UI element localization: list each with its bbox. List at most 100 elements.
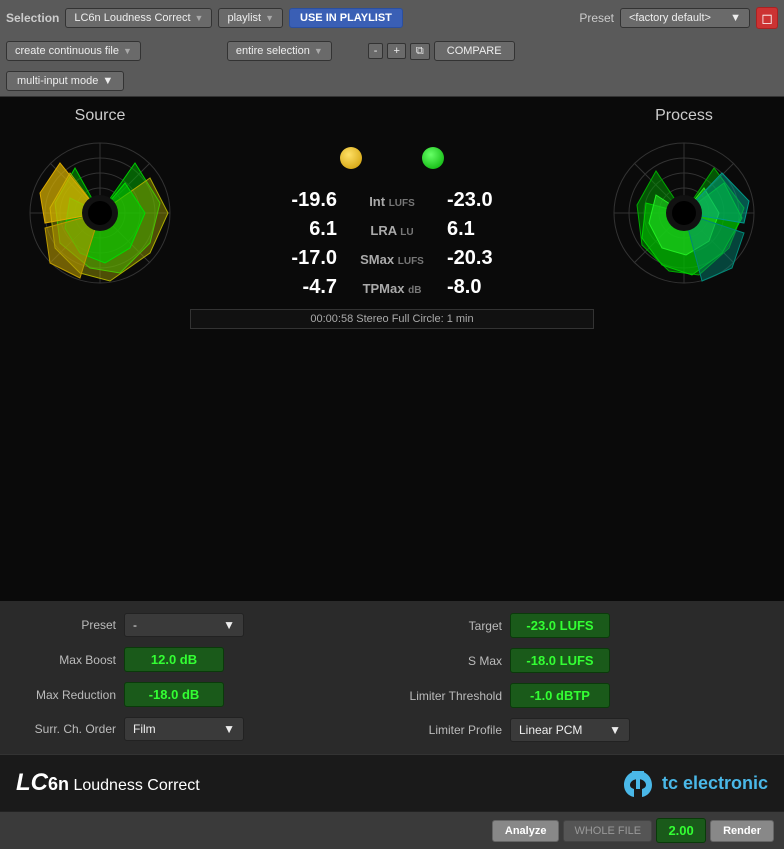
controls-right: Target -23.0 LUFS S Max -18.0 LUFS Limit… [402,613,768,742]
process-indicator [422,147,444,169]
plugin-dropdown-arrow: ▼ [195,13,204,23]
preset-control-arrow: ▼ [223,618,235,632]
tpmax-label: TPMax dB [341,281,443,296]
tpmax-row: -4.7 TPMax dB -8.0 [282,276,502,299]
smax-control-row: S Max -18.0 LUFS [402,648,768,673]
bar1: Selection LC6n Loudness Correct ▼ playli… [0,0,784,36]
brand-footer: LC6n Loudness Correct tc electronic [0,754,784,811]
analyze-button[interactable]: Analyze [492,820,560,842]
max-reduction-label: Max Reduction [16,688,116,702]
copy-button[interactable]: ⧉ [410,43,430,60]
compare-button[interactable]: COMPARE [434,41,515,61]
plus-button[interactable]: + [387,43,405,59]
source-meter: Source [10,107,190,293]
preset-arrow: ▼ [730,12,741,24]
preset-control-dropdown[interactable]: - ▼ [124,613,244,637]
preset-dropdown[interactable]: <factory default> ▼ [620,8,750,28]
source-radar [20,133,180,293]
limiter-profile-row: Limiter Profile Linear PCM ▼ [402,718,768,742]
bar2: create continuous file ▼ entire selectio… [0,36,784,66]
lra-row: 6.1 LRA LU 6.1 [282,218,502,241]
process-tpmax: -8.0 [447,276,502,299]
process-radar [604,133,764,293]
max-boost-label: Max Boost [16,653,116,667]
controls-section: Preset - ▼ Max Boost 12.0 dB Max Reducti… [0,601,784,754]
source-smax: -17.0 [282,247,337,270]
process-int: -23.0 [447,189,502,212]
surr-ch-order-label: Surr. Ch. Order [16,722,116,736]
bottom-toolbar: Analyze WHOLE FILE 2.00 Render [0,811,784,849]
preset-control-label: Preset [16,618,116,632]
max-boost-value[interactable]: 12.0 dB [124,647,224,672]
max-boost-row: Max Boost 12.0 dB [16,647,382,672]
create-file-dropdown[interactable]: create continuous file ▼ [6,41,141,61]
selection-label: Selection [6,11,59,25]
lra-label: LRA LU [341,223,443,238]
target-row: Target -23.0 LUFS [402,613,768,638]
limiter-profile-dropdown[interactable]: Linear PCM ▼ [510,718,630,742]
top-right-controls: - + ⧉ COMPARE [368,41,515,61]
source-tpmax: -4.7 [282,276,337,299]
int-row: -19.6 Int LUFS -23.0 [282,189,502,212]
source-lra: 6.1 [282,218,337,241]
use-playlist-button[interactable]: USE IN PLAYLIST [289,8,403,28]
source-indicator [340,147,362,169]
smax-label: SMax LUFS [341,252,443,267]
playlist-dropdown[interactable]: playlist ▼ [218,8,283,28]
process-meter: Process [594,107,774,293]
plugin-dropdown[interactable]: LC6n Loudness Correct ▼ [65,8,212,28]
limiter-profile-arrow: ▼ [609,723,621,737]
source-title: Source [75,107,126,125]
entire-selection-arrow: ▼ [314,46,323,56]
tc-logo-icon [622,769,654,797]
time-display: 2.00 [656,818,706,843]
top-section: Selection LC6n Loudness Correct ▼ playli… [0,0,784,97]
process-lra: 6.1 [447,218,502,241]
process-smax: -20.3 [447,247,502,270]
preset-section: Preset <factory default> ▼ ◻ [579,7,778,29]
minus-button[interactable]: - [368,43,384,59]
meters-row: Source [10,107,774,329]
brand-lc: LC [16,769,48,796]
whole-file-button[interactable]: WHOLE FILE [563,820,652,842]
multi-input-button[interactable]: multi-input mode ▼ [6,71,124,91]
brand-name: LC6n Loudness Correct [16,769,200,797]
smax-row: -17.0 SMax LUFS -20.3 [282,247,502,270]
preset-control-row: Preset - ▼ [16,613,382,637]
limiter-threshold-row: Limiter Threshold -1.0 dBTP [402,683,768,708]
brand-6n: 6n [48,774,69,794]
limiter-threshold-label: Limiter Threshold [402,689,502,703]
source-int: -19.6 [282,189,337,212]
main-container: Selection LC6n Loudness Correct ▼ playli… [0,0,784,849]
surr-ch-arrow: ▼ [223,722,235,736]
limiter-profile-label: Limiter Profile [402,723,502,737]
display-area: Source [0,97,784,601]
entire-selection-dropdown[interactable]: entire selection ▼ [227,41,332,61]
tc-logo: tc electronic [622,769,768,797]
preset-section-label: Preset [579,11,614,25]
max-reduction-value[interactable]: -18.0 dB [124,682,224,707]
max-reduction-row: Max Reduction -18.0 dB [16,682,382,707]
smax-control-label: S Max [402,654,502,668]
multi-input-arrow: ▼ [102,75,113,87]
target-value[interactable]: -23.0 LUFS [510,613,610,638]
target-label: Target [402,619,502,633]
metrics-table: -19.6 Int LUFS -23.0 6.1 LRA LU 6.1 [282,189,502,299]
playlist-arrow: ▼ [265,13,274,23]
surr-ch-order-dropdown[interactable]: Film ▼ [124,717,244,741]
surr-ch-order-row: Surr. Ch. Order Film ▼ [16,717,382,741]
close-button[interactable]: ◻ [756,7,778,29]
smax-control-value[interactable]: -18.0 LUFS [510,648,610,673]
center-display: -19.6 Int LUFS -23.0 6.1 LRA LU 6.1 [190,107,594,329]
indicators-row [340,147,444,169]
render-button[interactable]: Render [710,820,774,842]
process-title: Process [655,107,713,125]
brand-rest: Loudness Correct [69,777,200,794]
limiter-threshold-value[interactable]: -1.0 dBTP [510,683,610,708]
create-file-arrow: ▼ [123,46,132,56]
controls-left: Preset - ▼ Max Boost 12.0 dB Max Reducti… [16,613,382,742]
int-label: Int LUFS [341,194,443,209]
time-bar: 00:00:58 Stereo Full Circle: 1 min [190,309,594,329]
bar3: multi-input mode ▼ [0,66,784,96]
tc-text: tc electronic [662,773,768,794]
